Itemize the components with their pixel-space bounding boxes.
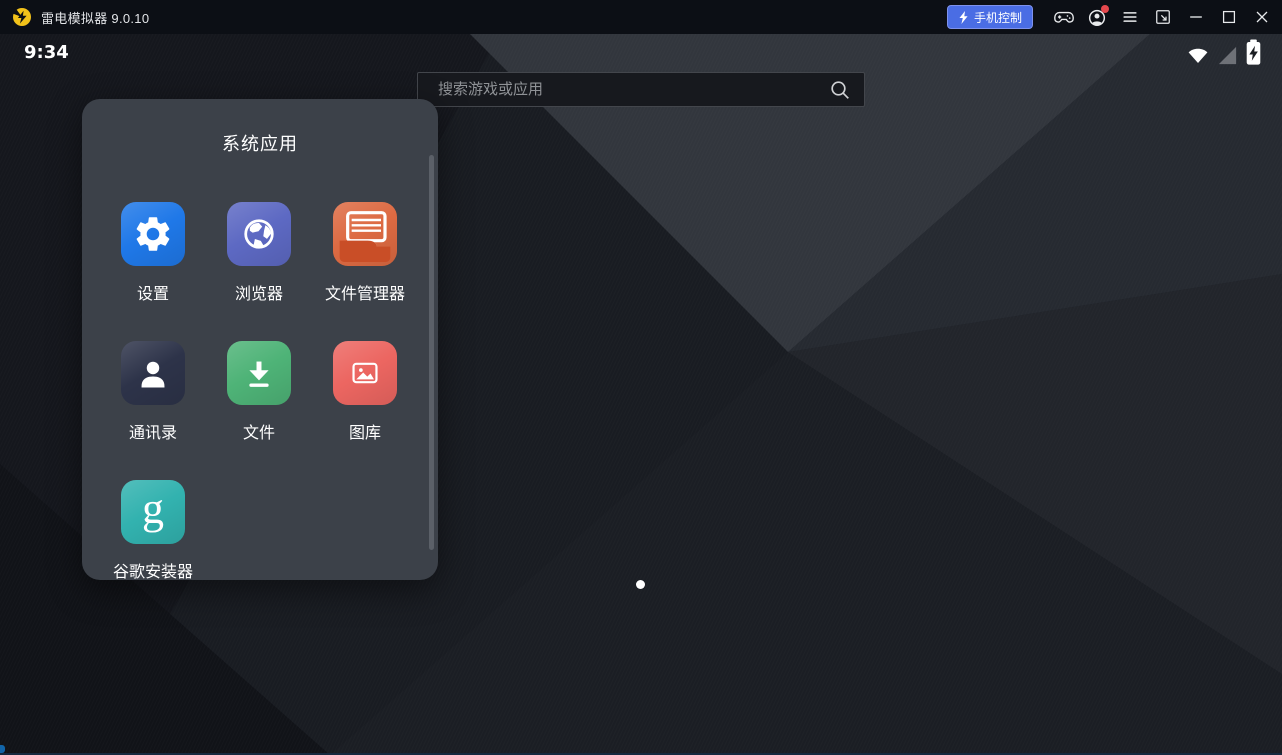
files-app-icon bbox=[227, 341, 291, 405]
menu-icon[interactable] bbox=[1113, 3, 1146, 31]
app-tile-files[interactable]: 文件 bbox=[206, 341, 312, 443]
app-label: 设置 bbox=[137, 280, 169, 304]
folder-scrollbar[interactable] bbox=[429, 155, 434, 550]
bottom-left-accent bbox=[0, 745, 5, 753]
search-icon[interactable] bbox=[828, 78, 852, 102]
app-label: 文件管理器 bbox=[325, 280, 405, 304]
resize-icon[interactable] bbox=[1146, 3, 1179, 31]
page-indicator-dot bbox=[636, 580, 645, 589]
window-titlebar: 雷电模拟器 9.0.10 手机控制 bbox=[0, 0, 1282, 34]
app-grid: 设置 浏览器 bbox=[100, 202, 420, 619]
app-label: 浏览器 bbox=[235, 280, 283, 304]
app-label: 谷歌安装器 bbox=[113, 558, 193, 582]
search-bar bbox=[417, 72, 865, 107]
app-tile-browser[interactable]: 浏览器 bbox=[206, 202, 312, 304]
phone-control-label: 手机控制 bbox=[974, 9, 1022, 26]
app-tile-google-installer[interactable]: g 谷歌安装器 bbox=[100, 480, 206, 582]
google-installer-app-icon: g bbox=[121, 480, 185, 544]
letter-g-glyph: g bbox=[142, 487, 164, 531]
maximize-button[interactable] bbox=[1212, 3, 1245, 31]
file-manager-app-icon bbox=[333, 202, 397, 266]
lightning-icon bbox=[958, 11, 969, 24]
status-time: 9:34 bbox=[24, 42, 69, 63]
status-icons bbox=[1186, 38, 1262, 67]
system-apps-folder: 系统应用 设置 浏览 bbox=[82, 99, 438, 580]
app-label: 图库 bbox=[349, 419, 381, 443]
support-person-icon[interactable] bbox=[1080, 3, 1113, 31]
phone-control-button[interactable]: 手机控制 bbox=[947, 5, 1033, 29]
app-label: 通讯录 bbox=[129, 419, 177, 443]
notification-dot bbox=[1101, 5, 1109, 13]
android-screen: 9:34 系统应用 bbox=[0, 34, 1282, 755]
ldplayer-logo-icon bbox=[12, 7, 32, 27]
minimize-button[interactable] bbox=[1179, 3, 1212, 31]
settings-app-icon bbox=[121, 202, 185, 266]
battery-charging-icon bbox=[1245, 38, 1262, 67]
gallery-app-icon bbox=[333, 341, 397, 405]
search-input[interactable] bbox=[436, 80, 828, 99]
app-tile-gallery[interactable]: 图库 bbox=[312, 341, 418, 443]
app-tile-contacts[interactable]: 通讯录 bbox=[100, 341, 206, 443]
gamepad-icon[interactable] bbox=[1047, 3, 1080, 31]
folder-title: 系统应用 bbox=[82, 130, 438, 156]
app-tile-file-manager[interactable]: 文件管理器 bbox=[312, 202, 418, 304]
wifi-icon bbox=[1186, 43, 1210, 67]
browser-app-icon bbox=[227, 202, 291, 266]
cell-signal-icon bbox=[1216, 44, 1239, 67]
window-title: 雷电模拟器 9.0.10 bbox=[41, 8, 149, 27]
close-button[interactable] bbox=[1245, 3, 1278, 31]
app-label: 文件 bbox=[243, 419, 275, 443]
app-tile-settings[interactable]: 设置 bbox=[100, 202, 206, 304]
contacts-app-icon bbox=[121, 341, 185, 405]
